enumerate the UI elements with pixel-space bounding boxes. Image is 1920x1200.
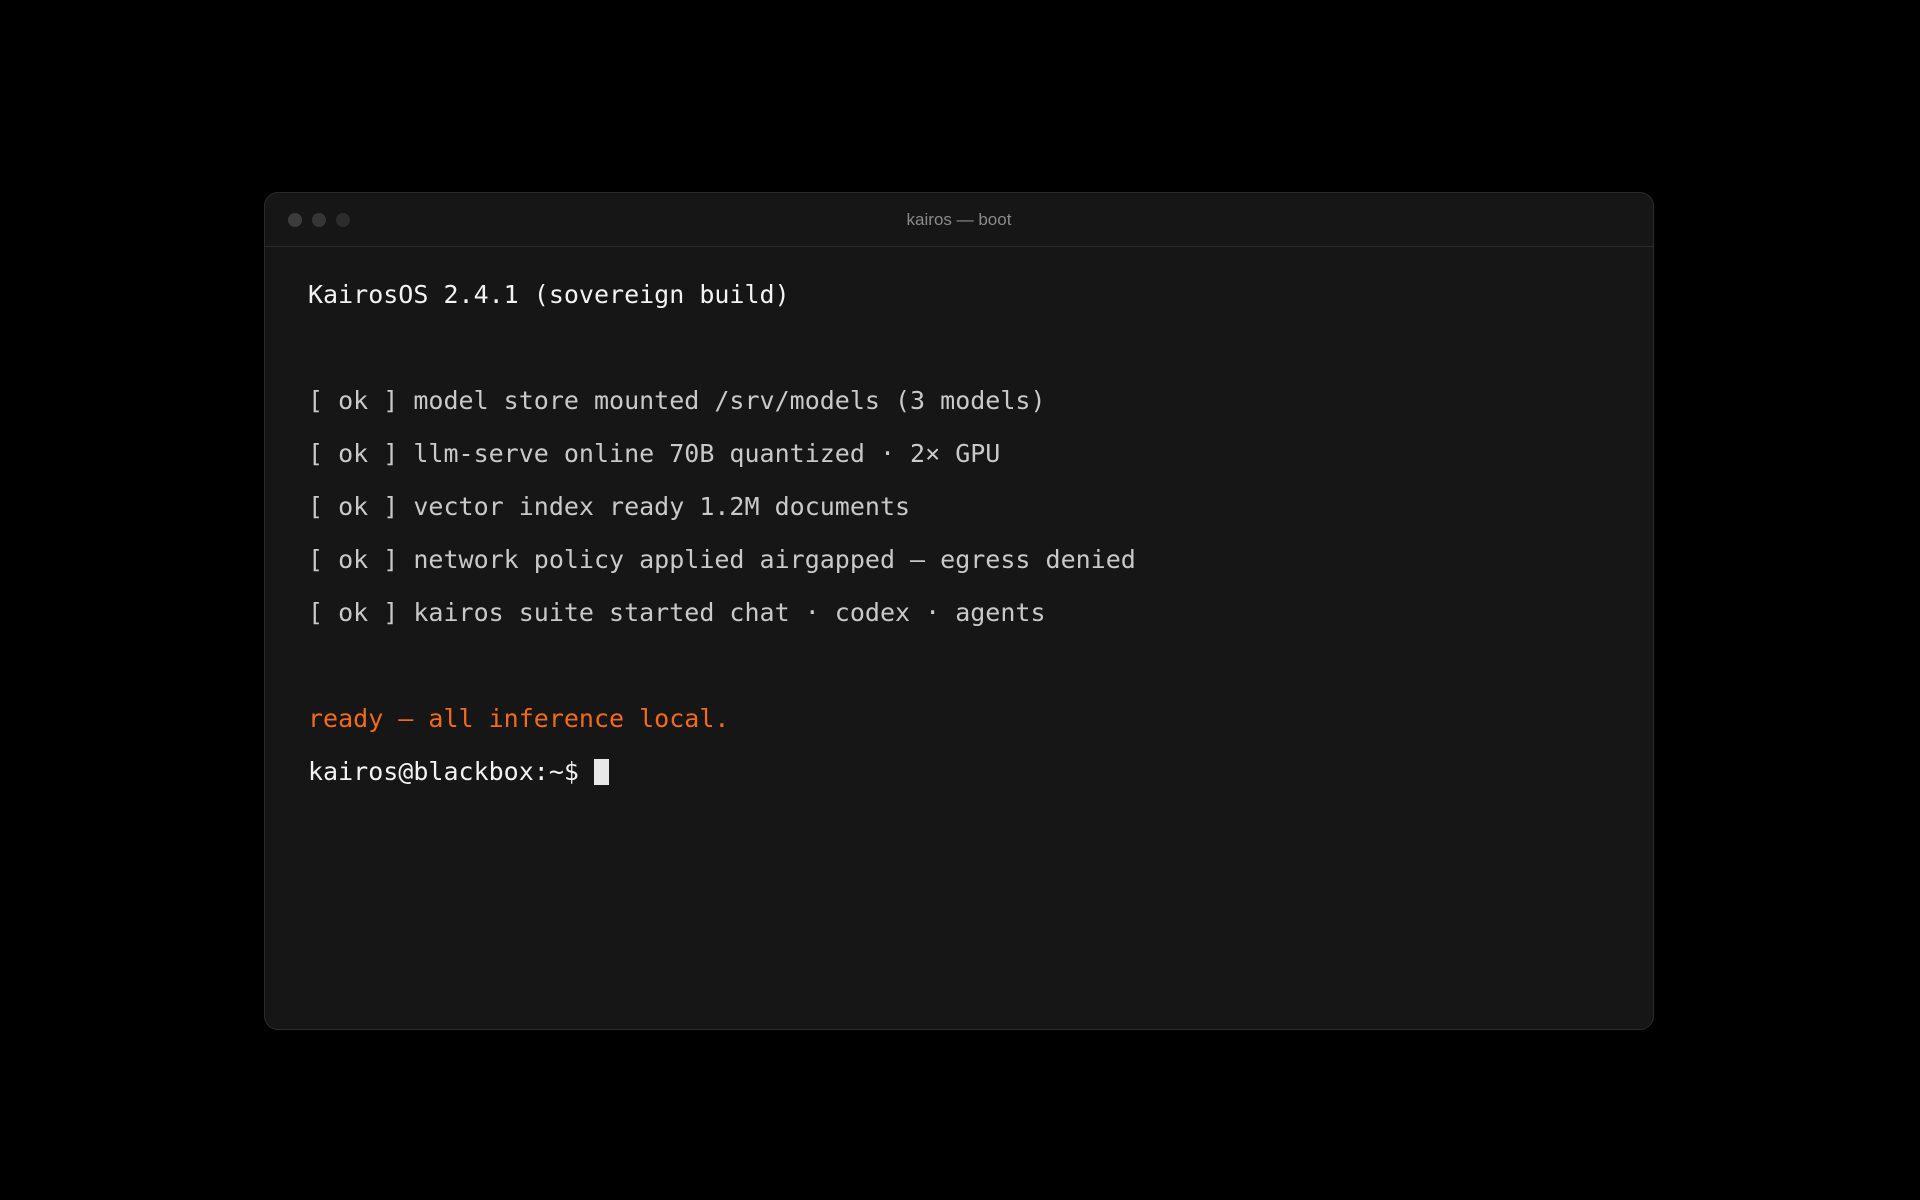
boot-line-llm-serve: [ ok ] llm-serve online 70B quantized · … <box>308 439 1001 468</box>
boot-line-model-store: [ ok ] model store mounted /srv/models (… <box>308 386 1046 415</box>
terminal-window: kairos — boot KairosOS 2.4.1 (sovereign … <box>264 192 1654 1030</box>
ready-message: ready — all inference local. <box>308 704 730 733</box>
title-bar: kairos — boot <box>265 193 1653 247</box>
boot-line-vector-index: [ ok ] vector index ready 1.2M documents <box>308 492 911 521</box>
command-prompt[interactable]: kairos@blackbox:~$ <box>308 756 609 788</box>
window-title: kairos — boot <box>906 210 1012 229</box>
cursor-block-icon <box>593 759 609 785</box>
boot-line-network-policy: [ ok ] network policy applied airgapped … <box>308 545 1136 574</box>
prompt-text: kairos@blackbox:~$ <box>308 757 594 786</box>
os-header-line: KairosOS 2.4.1 (sovereign build) <box>308 280 790 309</box>
terminal-output[interactable]: KairosOS 2.4.1 (sovereign build) [ ok ] … <box>308 247 1613 1009</box>
boot-line-kairos-suite: [ ok ] kairos suite started chat · codex… <box>308 598 1046 627</box>
